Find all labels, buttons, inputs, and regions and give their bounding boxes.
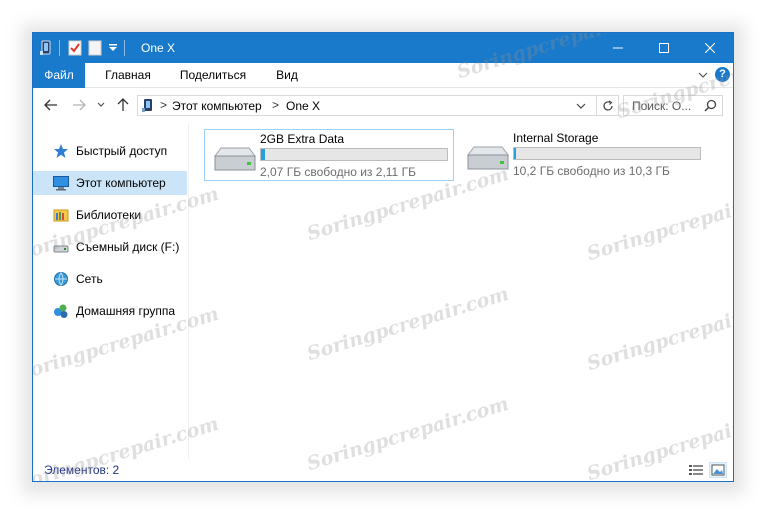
hard-drive-icon bbox=[211, 144, 257, 174]
drive-free-space: 2,07 ГБ свободно из 2,11 ГБ bbox=[260, 165, 416, 179]
forward-button[interactable] bbox=[69, 95, 89, 115]
sidebar-item-label: Быстрый доступ bbox=[76, 144, 168, 158]
address-bar[interactable]: > Этот компьютер > One X bbox=[137, 95, 619, 116]
navigation-pane: Быстрый доступ Этот компьютер Библиотеки… bbox=[33, 123, 189, 459]
drive-name: Internal Storage bbox=[513, 131, 599, 145]
homegroup-icon bbox=[53, 303, 69, 319]
breadcrumb-separator-icon[interactable]: > bbox=[272, 98, 279, 112]
chevron-down-icon bbox=[698, 72, 708, 78]
tab-share[interactable]: Поделиться bbox=[165, 63, 261, 88]
refresh-icon bbox=[602, 99, 613, 111]
quick-access-toolbar bbox=[39, 39, 133, 57]
new-folder-icon[interactable] bbox=[88, 40, 102, 56]
drive-usage-bar bbox=[513, 147, 701, 160]
arrow-left-icon bbox=[44, 99, 57, 111]
search-icon[interactable] bbox=[704, 99, 717, 115]
drive-location-icon bbox=[141, 98, 155, 116]
up-button[interactable] bbox=[113, 95, 133, 115]
address-history-dropdown[interactable] bbox=[574, 99, 588, 113]
minimize-button[interactable] bbox=[595, 33, 641, 63]
drive-free-space: 10,2 ГБ свободно из 10,3 ГБ bbox=[513, 164, 670, 178]
search-box[interactable]: Поиск: О... bbox=[623, 95, 723, 116]
chevron-down-icon bbox=[576, 103, 586, 109]
drive-app-icon[interactable] bbox=[39, 40, 53, 56]
window-title: One X bbox=[141, 41, 176, 55]
breadcrumb-separator-icon[interactable]: > bbox=[160, 98, 167, 112]
drive-name: 2GB Extra Data bbox=[260, 132, 345, 146]
chevron-down-icon bbox=[97, 102, 105, 107]
arrow-right-icon bbox=[73, 99, 86, 111]
back-button[interactable] bbox=[41, 95, 61, 115]
star-icon bbox=[53, 143, 69, 159]
explorer-window: One X Файл Главная Поделиться Вид ? > Эт… bbox=[32, 32, 734, 482]
breadcrumb-one-x[interactable]: One X bbox=[286, 99, 320, 113]
drive-tile-2gb-extra-data[interactable]: 2GB Extra Data 2,07 ГБ свободно из 2,11 … bbox=[204, 129, 454, 181]
computer-icon bbox=[53, 175, 69, 191]
search-placeholder[interactable]: Поиск: О... bbox=[632, 99, 691, 113]
help-button[interactable]: ? bbox=[715, 67, 730, 82]
minimize-icon bbox=[613, 47, 623, 49]
expand-ribbon-button[interactable] bbox=[697, 69, 709, 81]
close-icon bbox=[705, 43, 715, 53]
file-list-area[interactable]: 2GB Extra Data 2,07 ГБ свободно из 2,11 … bbox=[190, 123, 733, 459]
recent-locations-button[interactable] bbox=[91, 95, 111, 115]
close-button[interactable] bbox=[687, 33, 733, 63]
sidebar-item-libraries[interactable]: Библиотеки bbox=[33, 203, 187, 227]
items-count: Элементов: 2 bbox=[44, 463, 120, 477]
sidebar-item-homegroup[interactable]: Домашняя группа bbox=[33, 299, 187, 323]
maximize-button[interactable] bbox=[641, 33, 687, 63]
details-view-icon bbox=[689, 465, 703, 475]
removable-drive-icon bbox=[53, 239, 69, 255]
properties-icon[interactable] bbox=[68, 40, 82, 56]
tab-view[interactable]: Вид bbox=[261, 63, 313, 88]
sidebar-item-label: Сеть bbox=[76, 272, 103, 286]
sidebar-item-removable-disk[interactable]: Съемный диск (F:) bbox=[33, 235, 187, 259]
ribbon-tabs: Файл Главная Поделиться Вид ? bbox=[33, 63, 733, 88]
refresh-button[interactable] bbox=[596, 96, 618, 115]
details-view-button[interactable] bbox=[687, 462, 705, 478]
sidebar-item-this-pc[interactable]: Этот компьютер bbox=[33, 171, 187, 195]
drive-usage-fill bbox=[514, 148, 516, 159]
title-bar[interactable]: One X bbox=[33, 33, 733, 63]
customize-qat-dropdown-icon[interactable] bbox=[108, 43, 118, 53]
status-bar: Элементов: 2 bbox=[33, 459, 733, 481]
sidebar-item-network[interactable]: Сеть bbox=[33, 267, 187, 291]
tab-home[interactable]: Главная bbox=[93, 63, 163, 88]
navigation-bar: > Этот компьютер > One X Поиск: О... bbox=[33, 89, 733, 121]
qat-separator-2 bbox=[124, 40, 125, 56]
drive-usage-bar bbox=[260, 148, 448, 161]
sidebar-item-label: Этот компьютер bbox=[76, 176, 166, 190]
hard-drive-icon bbox=[464, 143, 510, 173]
library-icon bbox=[53, 207, 69, 223]
drive-usage-fill bbox=[261, 149, 265, 160]
sidebar-item-quick-access[interactable]: Быстрый доступ bbox=[33, 139, 187, 163]
sidebar-item-label: Библиотеки bbox=[76, 208, 142, 222]
sidebar-item-label: Съемный диск (F:) bbox=[76, 240, 180, 254]
maximize-icon bbox=[659, 43, 669, 53]
breadcrumb-this-pc[interactable]: Этот компьютер bbox=[172, 99, 262, 113]
sidebar-item-label: Домашняя группа bbox=[76, 304, 176, 318]
large-icons-view-icon bbox=[711, 464, 725, 476]
network-icon bbox=[53, 271, 69, 287]
tab-file[interactable]: Файл bbox=[33, 63, 85, 88]
arrow-up-icon bbox=[117, 98, 129, 111]
qat-separator bbox=[59, 40, 60, 56]
large-icons-view-button[interactable] bbox=[709, 462, 727, 478]
drive-tile-internal-storage[interactable]: Internal Storage 10,2 ГБ свободно из 10,… bbox=[458, 129, 708, 181]
